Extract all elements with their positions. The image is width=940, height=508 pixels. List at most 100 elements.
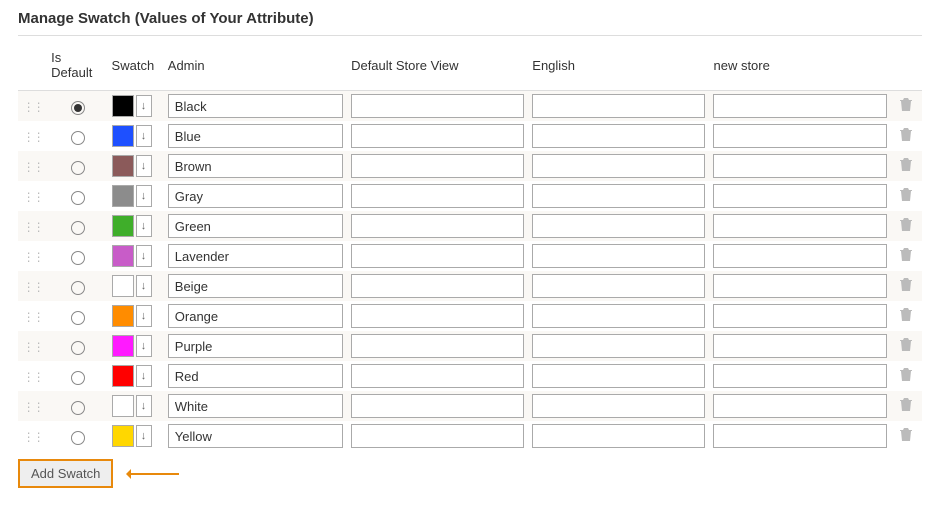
new-store-input[interactable] [713,214,886,238]
is-default-radio[interactable] [71,161,85,175]
swatch-color-button[interactable] [112,335,134,357]
swatch-color-button[interactable] [112,275,134,297]
is-default-radio[interactable] [71,251,85,265]
add-swatch-button[interactable]: Add Swatch [18,459,113,488]
english-input[interactable] [532,424,705,448]
admin-input[interactable] [168,334,343,358]
english-input[interactable] [532,214,705,238]
default-store-view-input[interactable] [351,124,524,148]
swatch-color-button[interactable] [112,185,134,207]
default-store-view-input[interactable] [351,94,524,118]
admin-input[interactable] [168,424,343,448]
new-store-input[interactable] [713,334,886,358]
new-store-input[interactable] [713,304,886,328]
english-input[interactable] [532,184,705,208]
swatch-color-button[interactable] [112,305,134,327]
english-input[interactable] [532,394,705,418]
drag-handle-icon[interactable]: ⋮⋮ [23,341,43,353]
default-store-view-input[interactable] [351,184,524,208]
english-input[interactable] [532,364,705,388]
trash-icon[interactable] [899,399,913,416]
swatch-dropdown-icon[interactable]: ↓ [136,365,152,387]
admin-input[interactable] [168,154,343,178]
trash-icon[interactable] [899,309,913,326]
drag-handle-icon[interactable]: ⋮⋮ [23,281,43,293]
swatch-dropdown-icon[interactable]: ↓ [136,185,152,207]
swatch-color-button[interactable] [112,95,134,117]
default-store-view-input[interactable] [351,424,524,448]
drag-handle-icon[interactable]: ⋮⋮ [23,191,43,203]
trash-icon[interactable] [899,189,913,206]
is-default-radio[interactable] [71,131,85,145]
is-default-radio[interactable] [71,311,85,325]
english-input[interactable] [532,304,705,328]
drag-handle-icon[interactable]: ⋮⋮ [23,371,43,383]
drag-handle-icon[interactable]: ⋮⋮ [23,311,43,323]
trash-icon[interactable] [899,369,913,386]
trash-icon[interactable] [899,129,913,146]
trash-icon[interactable] [899,279,913,296]
admin-input[interactable] [168,244,343,268]
trash-icon[interactable] [899,99,913,116]
new-store-input[interactable] [713,94,886,118]
swatch-dropdown-icon[interactable]: ↓ [136,215,152,237]
swatch-dropdown-icon[interactable]: ↓ [136,125,152,147]
is-default-radio[interactable] [71,191,85,205]
new-store-input[interactable] [713,124,886,148]
drag-handle-icon[interactable]: ⋮⋮ [23,101,43,113]
is-default-radio[interactable] [71,341,85,355]
swatch-color-button[interactable] [112,125,134,147]
default-store-view-input[interactable] [351,154,524,178]
swatch-color-button[interactable] [112,155,134,177]
drag-handle-icon[interactable]: ⋮⋮ [23,251,43,263]
admin-input[interactable] [168,214,343,238]
english-input[interactable] [532,334,705,358]
swatch-color-button[interactable] [112,425,134,447]
swatch-dropdown-icon[interactable]: ↓ [136,155,152,177]
swatch-dropdown-icon[interactable]: ↓ [136,395,152,417]
drag-handle-icon[interactable]: ⋮⋮ [23,131,43,143]
default-store-view-input[interactable] [351,364,524,388]
new-store-input[interactable] [713,184,886,208]
drag-handle-icon[interactable]: ⋮⋮ [23,161,43,173]
is-default-radio[interactable] [71,281,85,295]
default-store-view-input[interactable] [351,244,524,268]
is-default-radio[interactable] [71,101,85,115]
new-store-input[interactable] [713,154,886,178]
swatch-dropdown-icon[interactable]: ↓ [136,245,152,267]
trash-icon[interactable] [899,429,913,446]
english-input[interactable] [532,274,705,298]
default-store-view-input[interactable] [351,214,524,238]
swatch-color-button[interactable] [112,365,134,387]
swatch-dropdown-icon[interactable]: ↓ [136,305,152,327]
english-input[interactable] [532,244,705,268]
is-default-radio[interactable] [71,431,85,445]
swatch-dropdown-icon[interactable]: ↓ [136,335,152,357]
admin-input[interactable] [168,304,343,328]
new-store-input[interactable] [713,244,886,268]
default-store-view-input[interactable] [351,274,524,298]
drag-handle-icon[interactable]: ⋮⋮ [23,401,43,413]
is-default-radio[interactable] [71,401,85,415]
english-input[interactable] [532,154,705,178]
admin-input[interactable] [168,184,343,208]
trash-icon[interactable] [899,159,913,176]
admin-input[interactable] [168,274,343,298]
swatch-color-button[interactable] [112,395,134,417]
new-store-input[interactable] [713,364,886,388]
default-store-view-input[interactable] [351,394,524,418]
is-default-radio[interactable] [71,221,85,235]
trash-icon[interactable] [899,219,913,236]
new-store-input[interactable] [713,424,886,448]
swatch-color-button[interactable] [112,215,134,237]
english-input[interactable] [532,94,705,118]
admin-input[interactable] [168,394,343,418]
default-store-view-input[interactable] [351,304,524,328]
admin-input[interactable] [168,124,343,148]
new-store-input[interactable] [713,394,886,418]
admin-input[interactable] [168,364,343,388]
drag-handle-icon[interactable]: ⋮⋮ [23,431,43,443]
trash-icon[interactable] [899,249,913,266]
swatch-color-button[interactable] [112,245,134,267]
english-input[interactable] [532,124,705,148]
